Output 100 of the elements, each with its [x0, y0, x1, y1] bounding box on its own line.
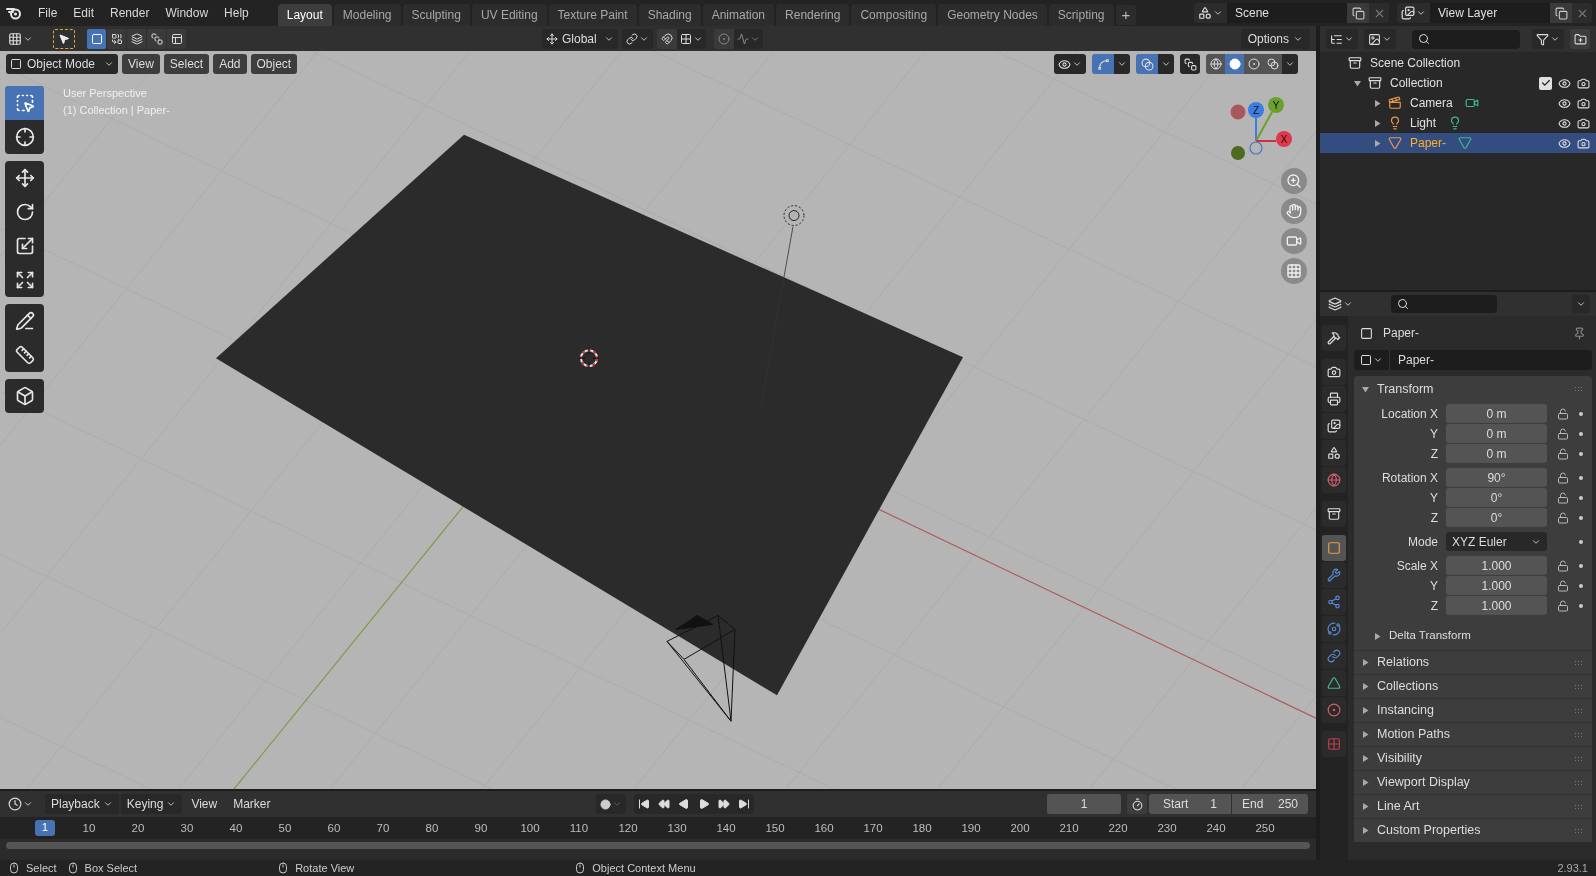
outliner-item-name: Scene Collection	[1370, 55, 1461, 72]
panel-title: Viewport Display	[1377, 774, 1470, 792]
mode-dropdown[interactable]: XYZ Euler	[1446, 532, 1547, 551]
frame-number: 230	[1157, 821, 1177, 836]
number-field[interactable]: 0 m	[1446, 444, 1547, 463]
workspace-tab[interactable]: Scripting	[1048, 4, 1114, 26]
number-field[interactable]: 1.000	[1446, 596, 1547, 615]
timeline-menu[interactable]: Marker	[226, 794, 278, 814]
timeline-menu-dropdown[interactable]: Keying	[120, 794, 183, 814]
end-frame-field[interactable]: End 250	[1232, 794, 1308, 814]
frame-number: 100	[520, 821, 540, 836]
workspace-tab[interactable]: Texture Paint	[548, 4, 637, 26]
subpanel-title: Delta Transform	[1389, 628, 1471, 644]
playhead[interactable]: 1	[35, 820, 55, 836]
workspace-tab[interactable]: Layout	[277, 4, 332, 26]
frame-number: 250	[1255, 821, 1275, 836]
panel-title: Collections	[1377, 678, 1439, 696]
frame-number: 200	[1010, 821, 1030, 836]
frame-number: 10	[82, 821, 96, 836]
menu-item[interactable]: Edit	[65, 2, 103, 24]
outliner-row[interactable]: Collection	[1320, 73, 1596, 93]
workspace-tab[interactable]: Sculpting	[402, 4, 470, 26]
frame-number: 140	[716, 821, 736, 836]
workspace-tab[interactable]: Shading	[638, 4, 701, 26]
scene-name-field[interactable]: Scene	[1227, 3, 1347, 23]
frame-number: 180	[912, 821, 932, 836]
viewport-menu[interactable]: Select	[163, 54, 210, 74]
outliner-item-name: Collection	[1390, 75, 1443, 92]
workspace-tab[interactable]: UV Editing	[471, 4, 547, 26]
viewport-menu[interactable]: Add	[213, 54, 247, 74]
current-frame-field[interactable]: 1	[1047, 794, 1121, 814]
outliner-row[interactable]: Camera	[1320, 93, 1596, 113]
number-field[interactable]: 0 m	[1446, 404, 1547, 423]
number-field[interactable]: 0°	[1446, 508, 1547, 527]
view-layer-name-field[interactable]: View Layer	[1430, 3, 1550, 23]
panel-title: Instancing	[1377, 702, 1434, 720]
frame-number: 190	[961, 821, 981, 836]
frame-number: 20	[131, 821, 145, 836]
outliner-row[interactable]: Paper-	[1320, 133, 1596, 153]
frame-number: 50	[278, 821, 292, 836]
workspace-tab[interactable]: Compositing	[851, 4, 937, 26]
mode-dropdown[interactable]: Object Mode	[6, 54, 118, 74]
axis-handle[interactable]: Z	[1248, 102, 1264, 118]
number-field[interactable]: 90°	[1446, 468, 1547, 487]
menu-item[interactable]: Help	[216, 2, 257, 24]
outliner-item-name: Paper-	[1410, 135, 1447, 152]
start-frame-field[interactable]: Start 1	[1149, 794, 1231, 814]
frame-number: 160	[814, 821, 834, 836]
frame-number: 60	[327, 821, 341, 836]
field-label: Scale X	[1395, 557, 1439, 575]
menu-item[interactable]: File	[30, 2, 66, 24]
status-hint: Object Context Menu	[592, 860, 696, 876]
workspace-tab[interactable]: Geometry Nodes	[938, 4, 1047, 26]
frame-number: 210	[1059, 821, 1079, 836]
outliner-item-name: Camera	[1410, 95, 1453, 112]
frame-number: 150	[765, 821, 785, 836]
workspace-tab[interactable]: Animation	[702, 4, 775, 26]
outliner-item-name: Light	[1410, 115, 1437, 132]
orientation-dropdown[interactable]: Global	[542, 28, 618, 49]
panel-title: Motion Paths	[1377, 726, 1450, 744]
number-field[interactable]: 1.000	[1446, 576, 1547, 595]
frame-number: 170	[863, 821, 883, 836]
frame-number: 90	[474, 821, 488, 836]
menu-item[interactable]: Render	[102, 2, 158, 24]
field-label: Z	[1429, 509, 1439, 527]
frame-number: 120	[618, 821, 638, 836]
viewport-menu[interactable]: Object	[250, 54, 298, 74]
menu-item[interactable]: Window	[157, 2, 217, 24]
axis-handle[interactable]: Y	[1268, 97, 1284, 113]
number-field[interactable]: 0 m	[1446, 424, 1547, 443]
field-label: Y	[1429, 425, 1439, 443]
status-hint: Select	[26, 860, 57, 876]
viewport-menu[interactable]: View	[122, 54, 160, 74]
outliner-row[interactable]: Scene Collection	[1320, 53, 1596, 73]
workspace-tab[interactable]: Rendering	[776, 4, 850, 26]
datablock-field[interactable]: Paper-	[1354, 350, 1592, 370]
status-hint: Box Select	[84, 860, 138, 876]
panel-title: Line Art	[1377, 798, 1420, 816]
frame-number: 30	[180, 821, 194, 836]
workspace-tab[interactable]: Modeling	[333, 4, 401, 26]
timeline-menu[interactable]: View	[184, 794, 225, 814]
panel-title: Transform	[1377, 380, 1434, 398]
outliner-row[interactable]: Light	[1320, 113, 1596, 133]
viewport-info-text: User Perspective	[63, 86, 148, 101]
field-label: Y	[1429, 577, 1439, 595]
frame-number: 70	[376, 821, 390, 836]
add-workspace-button[interactable]: +	[1115, 5, 1137, 25]
timeline-menu-dropdown[interactable]: Playback	[45, 794, 119, 814]
status-hint: Rotate View	[295, 860, 355, 876]
number-field[interactable]: 1.000	[1446, 556, 1547, 575]
panel-title: Visibility	[1377, 750, 1422, 768]
frame-number: 220	[1108, 821, 1128, 836]
axis-handle[interactable]: X	[1276, 131, 1292, 147]
field-label: Location X	[1380, 405, 1439, 423]
options-dropdown[interactable]: Options	[1240, 28, 1310, 49]
frame-number: 130	[667, 821, 687, 836]
frame-number: 40	[229, 821, 243, 836]
frame-number: 110	[569, 821, 589, 836]
panel-title: Custom Properties	[1377, 822, 1481, 840]
number-field[interactable]: 0°	[1446, 488, 1547, 507]
